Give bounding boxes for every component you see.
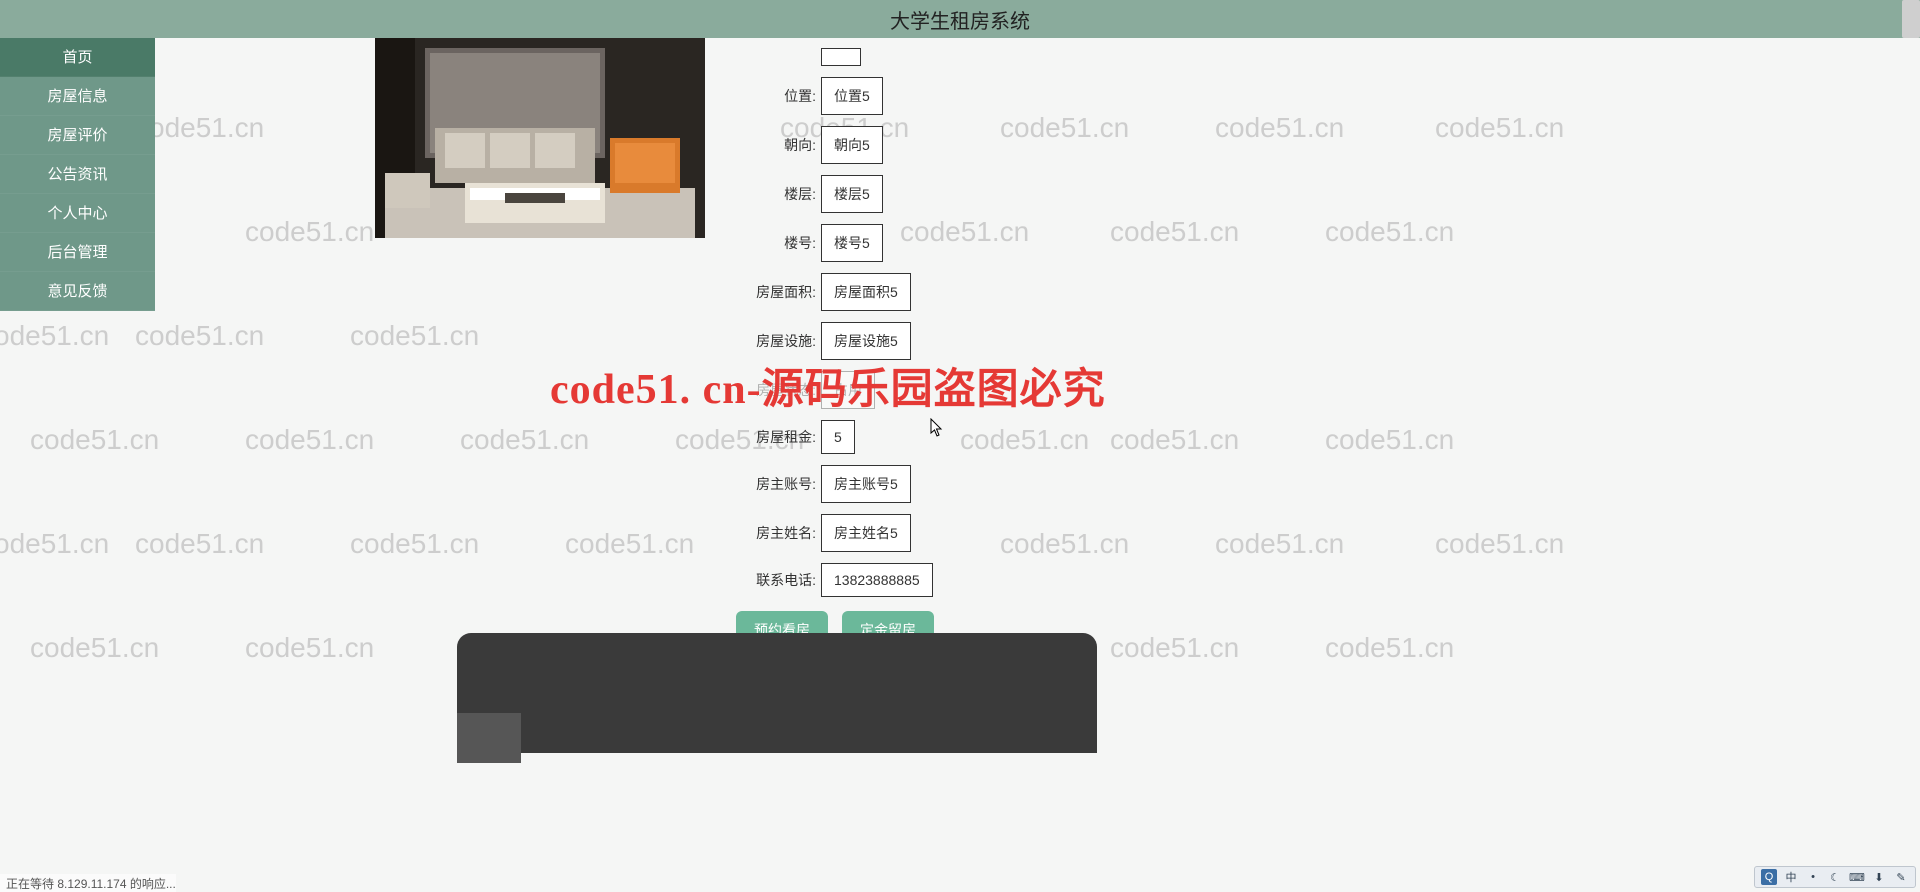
sidebar-item-admin[interactable]: 后台管理: [0, 233, 155, 272]
field-row-location: 位置: 位置5: [736, 77, 1336, 115]
field-value: 5: [821, 420, 855, 454]
field-row-facility: 房屋设施: 房屋设施5: [736, 322, 1336, 360]
field-label: 房屋状态:: [736, 380, 816, 400]
settings-icon[interactable]: ✎: [1893, 869, 1909, 885]
field-label: 房屋设施:: [736, 331, 816, 351]
main-content: 位置: 位置5 朝向: 朝向5 楼层: 楼层5 楼号: 楼号5 房屋面积: 房屋…: [0, 38, 1920, 892]
sidebar-item-label: 个人中心: [47, 205, 107, 222]
sidebar-item-label: 首页: [62, 49, 92, 66]
field-value: [821, 48, 861, 66]
ime-punct-icon[interactable]: •: [1805, 869, 1821, 885]
search-icon[interactable]: Q: [1761, 869, 1777, 885]
field-label: 联系电话:: [736, 570, 816, 590]
field-value: 房屋设施5: [821, 322, 911, 360]
sidebar-item-label: 意见反馈: [47, 283, 107, 300]
field-row-phone: 联系电话: 13823888885: [736, 563, 1336, 597]
field-value: 房屋面积5: [821, 273, 911, 311]
field-row-owner-account: 房主账号: 房主账号5: [736, 465, 1336, 503]
keyboard-icon[interactable]: ⌨: [1849, 869, 1865, 885]
sidebar-item-label: 公告资讯: [47, 166, 107, 183]
page-title: 大学生租房系统: [890, 5, 1030, 34]
sidebar-item-reviews[interactable]: 房屋评价: [0, 116, 155, 155]
sidebar-item-label: 房屋信息: [47, 88, 107, 105]
field-row-owner-name: 房主姓名: 房主姓名5: [736, 514, 1336, 552]
moon-icon[interactable]: ☾: [1827, 869, 1843, 885]
field-value: 房主账号5: [821, 465, 911, 503]
field-row: [736, 48, 1336, 66]
field-row-orientation: 朝向: 朝向5: [736, 126, 1336, 164]
sidebar-item-label: 房屋评价: [47, 127, 107, 144]
field-value: 楼层5: [821, 175, 883, 213]
field-label: 房屋租金:: [736, 427, 816, 447]
ime-toolbar[interactable]: Q 中 • ☾ ⌨ ⬇ ✎: [1754, 866, 1916, 888]
field-label: 房主账号:: [736, 474, 816, 494]
scrollbar-thumb[interactable]: [1902, 0, 1920, 38]
field-row-status: 房屋状态: 占用: [736, 371, 1336, 409]
field-label: 房主姓名:: [736, 523, 816, 543]
house-photo: [375, 38, 705, 238]
sidebar-item-feedback[interactable]: 意见反馈: [0, 272, 155, 311]
house-detail-form: 位置: 位置5 朝向: 朝向5 楼层: 楼层5 楼号: 楼号5 房屋面积: 房屋…: [736, 48, 1336, 649]
field-label: 位置:: [736, 86, 816, 106]
field-value: 房主姓名5: [821, 514, 911, 552]
app-header: 大学生租房系统: [0, 0, 1920, 38]
ime-language-icon[interactable]: 中: [1783, 869, 1799, 885]
field-value: 13823888885: [821, 563, 933, 597]
sidebar-item-houses[interactable]: 房屋信息: [0, 77, 155, 116]
field-label: 楼号:: [736, 233, 816, 253]
sidebar-item-profile[interactable]: 个人中心: [0, 194, 155, 233]
field-row-rent: 房屋租金: 5: [736, 420, 1336, 454]
field-row-floor: 楼层: 楼层5: [736, 175, 1336, 213]
field-value: 楼号5: [821, 224, 883, 262]
field-label: 楼层:: [736, 184, 816, 204]
field-value: 占用: [821, 371, 875, 409]
field-label: 房屋面积:: [736, 282, 816, 302]
field-value: 位置5: [821, 77, 883, 115]
browser-status-bar: 正在等待 8.129.11.174 的响应...: [0, 874, 176, 892]
field-value: 朝向5: [821, 126, 883, 164]
field-row-building: 楼号: 楼号5: [736, 224, 1336, 262]
sidebar: 首页 房屋信息 房屋评价 公告资讯 个人中心 后台管理 意见反馈: [0, 38, 155, 311]
bottom-panel-tab[interactable]: [457, 713, 521, 763]
sidebar-item-notice[interactable]: 公告资讯: [0, 155, 155, 194]
mic-icon[interactable]: ⬇: [1871, 869, 1887, 885]
bottom-panel: [457, 633, 1097, 753]
sidebar-item-label: 后台管理: [47, 244, 107, 261]
status-text: 正在等待 8.129.11.174 的响应...: [6, 875, 176, 892]
sidebar-item-home[interactable]: 首页: [0, 38, 155, 77]
field-row-area: 房屋面积: 房屋面积5: [736, 273, 1336, 311]
field-label: 朝向:: [736, 135, 816, 155]
